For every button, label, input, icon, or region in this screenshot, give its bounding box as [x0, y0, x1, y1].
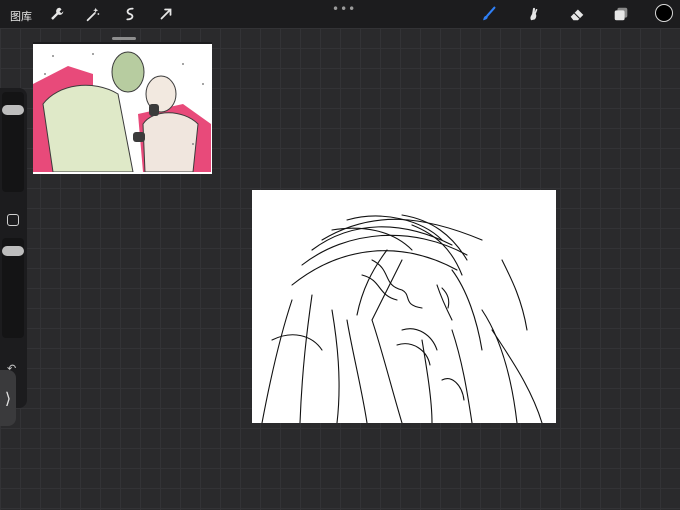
reference-window[interactable] [33, 42, 212, 174]
reference-drag-handle[interactable] [112, 37, 136, 40]
brush-size-thumb[interactable] [2, 105, 24, 115]
selection-icon[interactable] [120, 4, 140, 24]
transform-icon[interactable] [156, 4, 176, 24]
wrench-icon[interactable] [47, 4, 67, 24]
drawing-canvas[interactable] [252, 190, 556, 423]
brush-icon[interactable] [479, 4, 499, 24]
chevron-right-icon: ⟩ [4, 388, 12, 408]
color-picker-button[interactable] [655, 4, 673, 22]
sketch-artwork [261, 214, 543, 423]
layers-icon[interactable] [611, 4, 631, 24]
modify-button[interactable] [7, 214, 19, 226]
top-toolbar: 图库 ••• [0, 0, 680, 28]
magic-wand-icon[interactable] [83, 4, 103, 24]
opacity-thumb[interactable] [2, 246, 24, 256]
smudge-icon[interactable] [523, 4, 543, 24]
eraser-icon[interactable] [567, 4, 587, 24]
more-options-icon[interactable]: ••• [332, 2, 356, 16]
sidebar-toggle[interactable]: ⟩ [0, 370, 16, 426]
left-sidebar: ↶ [0, 88, 27, 408]
gallery-button[interactable]: 图库 [10, 8, 32, 24]
reference-image [33, 44, 212, 173]
